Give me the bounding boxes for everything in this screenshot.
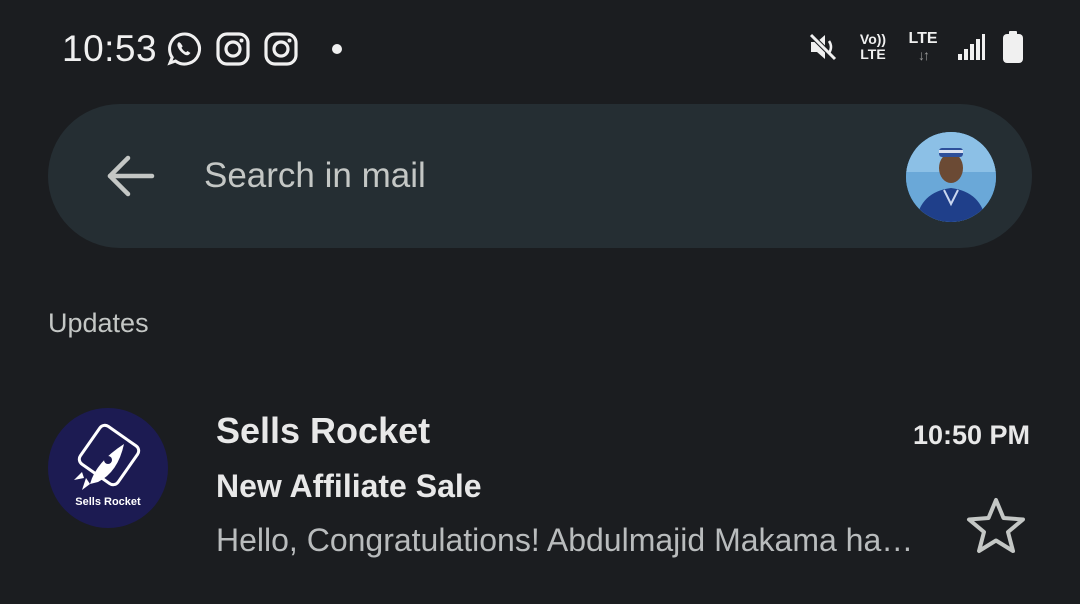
search-input[interactable] — [204, 150, 884, 202]
status-time: 10:53 — [62, 28, 158, 69]
battery-icon — [1003, 31, 1023, 63]
instagram-icon — [264, 32, 298, 66]
section-label-updates: Updates — [48, 308, 149, 338]
account-avatar[interactable] — [906, 132, 996, 222]
volte-icon: Vo)) LTE — [856, 32, 890, 62]
status-bar: 10:53 Vo)) LTE LTE ↓↑ — [0, 0, 1080, 100]
mail-time: 10:50 PM — [912, 420, 1030, 450]
volte-line1: Vo)) — [859, 31, 887, 47]
star-icon — [967, 498, 1025, 553]
avatar-photo — [906, 132, 996, 222]
status-left-icons — [166, 30, 342, 68]
mail-snippet: Hello, Congratulations! Abdulmajid Makam… — [216, 522, 926, 558]
arrow-left-icon — [107, 155, 155, 197]
notification-dot-icon — [332, 44, 342, 54]
volte-line2: LTE — [860, 46, 886, 62]
whatsapp-icon — [167, 32, 201, 66]
mute-icon — [808, 32, 838, 62]
search-bar[interactable] — [48, 104, 1032, 248]
mail-subject: New Affiliate Sale — [216, 468, 482, 504]
lte-icon: LTE ↓↑ — [906, 30, 940, 64]
sender-logo: Sells Rocket — [48, 408, 168, 528]
rocket-logo-icon: Sells Rocket — [74, 423, 141, 508]
star-button[interactable] — [962, 492, 1030, 560]
back-button[interactable] — [100, 146, 160, 206]
logo-text: Sells Rocket — [75, 496, 141, 508]
signal-icon — [958, 34, 985, 60]
lte-label: LTE — [908, 30, 938, 47]
status-right-icons: Vo)) LTE LTE ↓↑ — [806, 30, 1024, 64]
mail-sender: Sells Rocket — [216, 410, 431, 451]
instagram-icon — [216, 32, 250, 66]
mail-list-item[interactable]: Sells Rocket Sells Rocket 10:50 PM New A… — [0, 392, 1080, 572]
lte-arrows: ↓↑ — [918, 47, 930, 63]
